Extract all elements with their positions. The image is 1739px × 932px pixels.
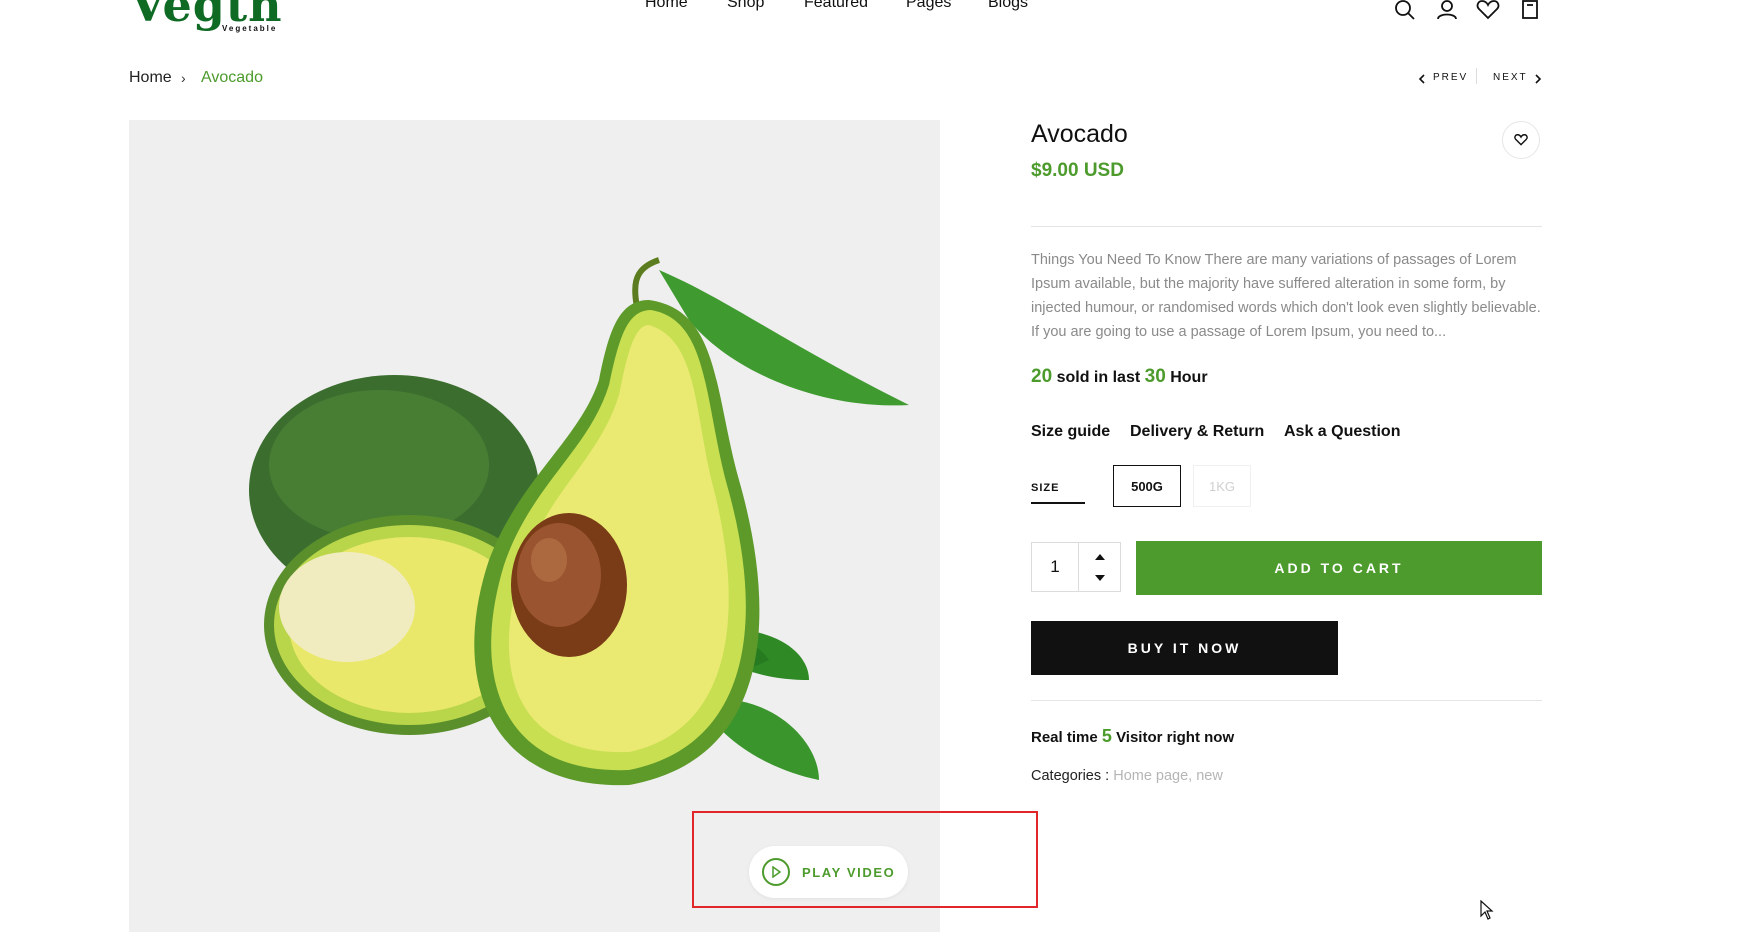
categories-label: Categories : [1031,768,1110,784]
breadcrumb-home[interactable]: Home [129,69,172,87]
sold-text-end: Hour [1170,369,1208,386]
buy-now-button[interactable]: BUY IT NOW [1031,621,1338,675]
product-title: Avocado [1031,120,1128,148]
divider [1031,700,1542,701]
cart-icon[interactable] [1518,0,1542,20]
wishlist-button[interactable] [1502,121,1540,159]
quantity-input[interactable]: 1 [1032,543,1078,591]
product-price: $9.00 USD [1031,160,1124,181]
heart-icon[interactable] [1476,0,1500,20]
categories: Categories : Home page, new [1031,768,1223,784]
pager-divider [1476,68,1477,84]
breadcrumb-current: Avocado [201,69,263,86]
sold-count: 20 [1031,366,1053,387]
chevron-right-icon [1534,71,1542,89]
add-to-cart-button[interactable]: ADD TO CART [1136,541,1542,595]
nav-featured[interactable]: Featured [804,0,868,12]
size-guide-link[interactable]: Size guide [1031,423,1110,441]
categories-value[interactable]: Home page, new [1113,768,1223,784]
size-option-1kg[interactable]: 1KG [1193,465,1251,507]
product-description: Things You Need To Know There are many v… [1031,252,1541,340]
quantity-stepper: 1 [1031,542,1121,592]
next-link[interactable]: NEXT [1493,72,1528,83]
mouse-cursor-icon [1480,899,1494,925]
delivery-return-link[interactable]: Delivery & Return [1130,423,1264,441]
size-label-underline [1031,502,1085,504]
quantity-decrease-button[interactable] [1079,568,1121,588]
visitor-count: 5 [1101,726,1112,746]
nav-blogs[interactable]: Blogs [988,0,1028,12]
breadcrumb-separator: › [181,70,186,86]
ask-question-link[interactable]: Ask a Question [1284,423,1400,441]
sold-hours: 30 [1144,366,1166,387]
quantity-increase-button[interactable] [1079,547,1121,567]
search-icon[interactable] [1393,0,1417,20]
caret-down-icon [1095,575,1105,581]
nav-pages[interactable]: Pages [906,0,951,12]
sold-text: sold in last [1056,369,1141,386]
caret-up-icon [1095,554,1105,560]
visitor-prefix: Real time [1031,729,1098,746]
nav-home[interactable]: Home [645,0,688,12]
site-logo-tagline: Vegetable [222,24,278,33]
size-label: SIZE [1031,482,1060,494]
nav-shop[interactable]: Shop [727,0,764,12]
highlight-box [692,811,1038,908]
visitor-counter: Real time 5 Visitor right now [1031,726,1234,747]
sold-counter: 20 sold in last 30 Hour [1031,366,1208,388]
chevron-left-icon [1418,71,1426,89]
prev-link[interactable]: PREV [1433,72,1468,83]
heart-icon [1514,134,1528,146]
user-icon[interactable] [1435,0,1459,20]
divider [1031,226,1542,227]
size-option-500g[interactable]: 500G [1113,465,1181,507]
visitor-suffix: Visitor right now [1116,729,1235,746]
